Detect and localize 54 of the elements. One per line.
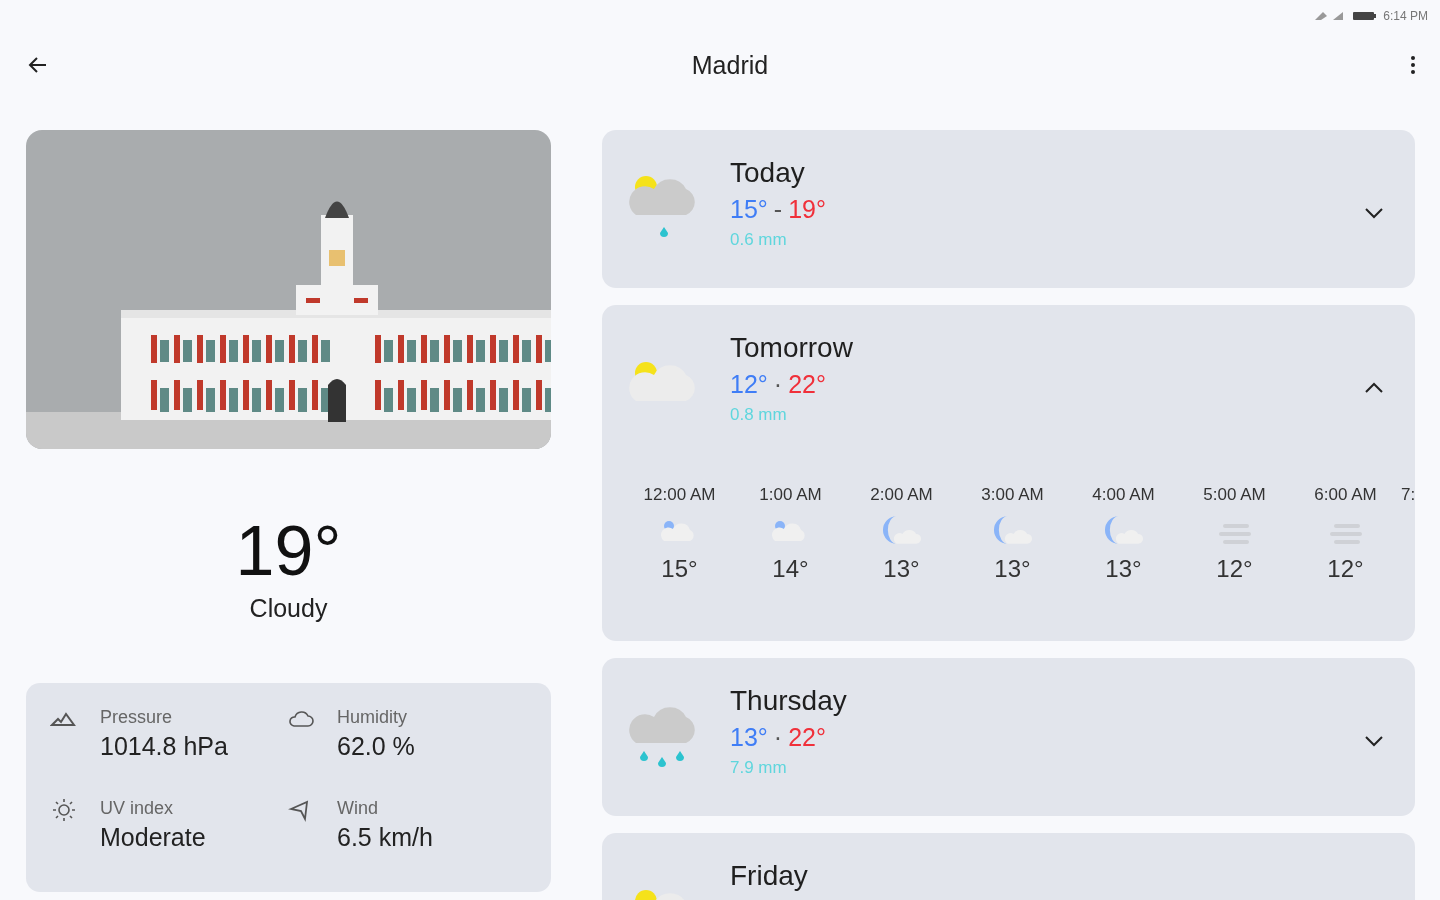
hour-time: 4:00 AM	[1092, 485, 1155, 505]
separator: -	[773, 194, 783, 224]
hour-time: 2:00 AM	[870, 485, 933, 505]
high-temperature: 22°	[788, 369, 826, 399]
hour-temperature: 15°	[661, 555, 698, 583]
moon-cloud-icon	[1103, 515, 1144, 545]
chevron-down-icon[interactable]	[1363, 734, 1386, 748]
detail-value: 6.5 km/h	[337, 822, 433, 852]
hour-time: 5:00 AM	[1203, 485, 1266, 505]
city-title: Madrid	[691, 50, 769, 80]
day-name: Today	[730, 158, 806, 189]
hour-temperature: 14°	[772, 555, 809, 583]
current-temperature: 19°	[235, 515, 342, 586]
current-condition: Cloudy	[249, 593, 328, 623]
detail-label: Pressure	[100, 707, 174, 728]
hour-temperature: 13°	[994, 555, 1031, 583]
battery-icon	[1353, 11, 1378, 21]
high-temperature: 19°	[788, 194, 826, 224]
precipitation: 0.6 mm	[730, 229, 788, 250]
day-card[interactable]: Today 15° - 19° 0.6 mm	[602, 130, 1416, 288]
hour-temperature: 12°	[1216, 555, 1253, 583]
detail-value: Moderate	[100, 822, 206, 852]
low-temperature: 12°	[730, 369, 768, 399]
hour-temperature: 13°	[1105, 555, 1142, 583]
day-card[interactable]: Thursday 13° · 22° 7.9 mm	[602, 658, 1416, 816]
separator: ·	[773, 369, 783, 399]
separator: ·	[773, 722, 783, 752]
chevron-down-icon[interactable]	[1363, 206, 1386, 220]
detail-value: 1014.8 hPa	[100, 732, 228, 761]
day-card[interactable]: Tomorrow 12° · 22° 0.8 mm 12:00 AM 15° 1:00 AM 14° 2:00 AM 13° 3:00 AM 13° 4:00 AM 13° 5:00 AM 12° 6:00 AM 12° 7:	[602, 305, 1416, 641]
status-time: 6:14 PM	[1383, 9, 1428, 23]
hour-temperature: 13°	[883, 555, 920, 583]
precipitation: 0.8 mm	[730, 404, 788, 425]
moon-cloud-icon	[992, 515, 1033, 545]
hour-time: 12:00 AM	[643, 485, 716, 505]
low-temperature: 15°	[730, 194, 768, 224]
precipitation: 7.9 mm	[730, 757, 788, 778]
hour-time: 1:00 AM	[759, 485, 822, 505]
detail-label: UV index	[100, 797, 175, 819]
hour-time: 3:00 AM	[981, 485, 1044, 505]
day-card[interactable]: Friday	[602, 833, 1416, 900]
hour-temperature: 12°	[1327, 555, 1364, 583]
more-icon	[1410, 55, 1416, 75]
detail-label: Humidity	[337, 707, 408, 728]
low-temperature: 13°	[730, 722, 768, 752]
high-temperature: 22°	[788, 722, 826, 752]
hour-time: 7:	[1401, 485, 1416, 505]
day-name: Tomorrow	[730, 333, 854, 364]
day-name: Friday	[730, 861, 809, 892]
detail-label: Wind	[337, 797, 379, 819]
hour-time: 6:00 AM	[1314, 485, 1377, 505]
moon-cloud-icon	[881, 515, 922, 545]
day-name: Thursday	[730, 686, 848, 717]
detail-value: 62.0 %	[337, 732, 415, 761]
